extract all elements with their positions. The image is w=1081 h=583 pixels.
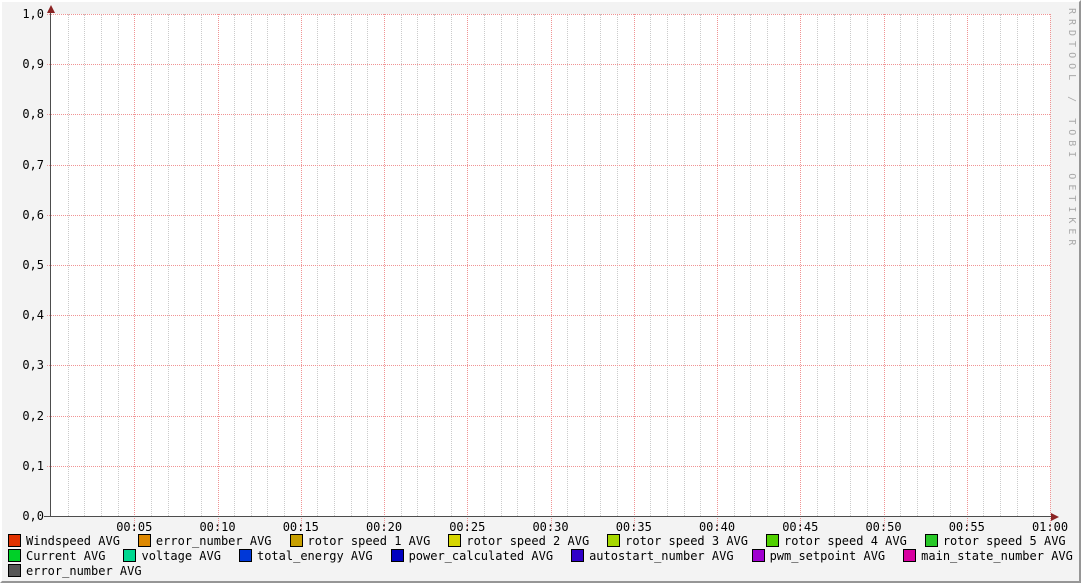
x-tick-label: 00:30 [532, 520, 569, 534]
grid-vline-major [800, 14, 802, 529]
grid-vline-major [467, 14, 469, 529]
legend-label: error_number AVG [26, 563, 142, 578]
legend-label: rotor speed 4 AVG [784, 533, 907, 548]
grid-hline-major [47, 265, 1050, 266]
legend-item: rotor speed 3 AVG [607, 534, 748, 548]
grid-vline-major [1050, 14, 1051, 529]
legend-color-swatch [766, 534, 779, 547]
legend-item: error_number AVG [8, 564, 142, 578]
legend-color-swatch [8, 534, 21, 547]
legend-item: autostart_number AVG [571, 549, 734, 563]
legend-item: rotor speed 5 AVG [924, 533, 1066, 548]
legend-item: pwm_setpoint AVG [751, 548, 886, 563]
rrdtool-graph: 1,0 0,9 0,8 0,7 0,6 0,5 0,4 0,3 0,2 0,1 0,0 00:05 0… [0, 0, 1081, 583]
grid-hline-major [47, 315, 1050, 317]
legend-color-swatch [903, 549, 917, 562]
y-tick-label: 0,6 [22, 207, 44, 222]
x-tick-label: 00:20 [365, 520, 403, 534]
y-tick-label: 0,0 [22, 509, 44, 523]
x-tick-label: 00:55 [948, 520, 985, 534]
grid-hline-major [47, 465, 1050, 467]
legend-label: Windspeed AVG [26, 533, 120, 548]
grid-hline-major [47, 114, 1050, 116]
x-tick-label: 00:40 [698, 520, 736, 534]
grid-vline-major [633, 14, 635, 529]
y-tick-label: 0,2 [22, 408, 44, 423]
y-tick-label: 0,4 [22, 308, 44, 323]
x-axis [44, 516, 1051, 517]
y-tick-label: 0,7 [22, 157, 44, 172]
legend-item: Current AVG [8, 549, 105, 563]
grid-hline-major [47, 214, 1050, 216]
legend-row: error_number AVG [8, 563, 1077, 578]
grid-vline-major [300, 14, 302, 529]
legend-label: autostart_number AVG [589, 548, 734, 563]
legend-label: Current AVG [26, 548, 106, 563]
legend-color-swatch [289, 534, 303, 547]
y-tick-label: 0,3 [22, 358, 44, 373]
grid-hline-major [47, 14, 1050, 15]
legend-row: Windspeed AVG error_number AVG rotor speed… [8, 533, 1077, 548]
legend-label: total_energy AVG [256, 548, 373, 563]
legend-color-swatch [8, 564, 21, 577]
watermark: RRDTOOL / TOBI OETIKER [1066, 8, 1077, 251]
legend-color-swatch [607, 534, 621, 547]
x-tick-label: 00:25 [449, 520, 486, 534]
grid-vline-major [966, 14, 968, 529]
legend-color-swatch [571, 549, 585, 562]
x-tick-label: 00:45 [782, 520, 819, 534]
y-axis-arrow-icon [47, 5, 55, 13]
grid-vline-major [550, 14, 552, 529]
y-axis [50, 10, 51, 517]
legend-item: power_calculated AVG [390, 548, 554, 563]
y-tick-label: 0,9 [22, 57, 44, 72]
legend-item: main_state_number AVG [903, 549, 1073, 563]
legend-color-swatch [238, 549, 252, 562]
x-tick-label: 00:35 [615, 520, 652, 534]
grid-vline-major [717, 14, 718, 529]
legend-item: total_energy AVG [238, 548, 373, 563]
x-tick-label: 00:15 [282, 520, 319, 534]
legend-label: main_state_number AVG [921, 548, 1073, 563]
legend-color-swatch [137, 534, 151, 547]
legend-label: voltage AVG [141, 548, 221, 563]
x-tick-label: 00:05 [116, 520, 153, 534]
legend-item: rotor speed 2 AVG [448, 534, 589, 548]
legend-color-swatch [390, 549, 404, 562]
grid-hline-major [47, 64, 1050, 66]
legend-color-swatch [123, 549, 137, 562]
legend-item: Windspeed AVG [8, 534, 120, 548]
grid-hline-major [47, 415, 1050, 417]
legend: Windspeed AVG error_number AVG rotor speed… [8, 533, 1077, 578]
legend-color-swatch [924, 534, 938, 547]
y-tick-label: 0,8 [22, 107, 44, 122]
legend-label: pwm_setpoint AVG [769, 548, 886, 563]
legend-item: error_number AVG [137, 533, 272, 548]
legend-label: rotor speed 5 AVG [942, 533, 1066, 548]
legend-item: voltage AVG [123, 548, 221, 563]
x-tick-label: 01:00 [1031, 520, 1069, 534]
grid-vline-major [384, 14, 385, 529]
x-tick-label: 00:50 [865, 520, 902, 534]
grid-hline-major [47, 365, 1050, 367]
legend-label: error_number AVG [155, 533, 272, 548]
legend-label: rotor speed 3 AVG [625, 533, 748, 548]
y-tick-label: 0,1 [22, 458, 44, 473]
legend-row: Current AVG voltage AVG total_energy AVG po… [8, 548, 1077, 563]
legend-item: rotor speed 1 AVG [289, 533, 431, 548]
grid-hline-major [47, 164, 1050, 166]
legend-label: rotor speed 1 AVG [307, 533, 431, 548]
legend-color-swatch [8, 549, 21, 562]
legend-item: rotor speed 4 AVG [766, 534, 907, 548]
grid-vline-major [217, 14, 219, 529]
legend-label: power_calculated AVG [408, 548, 554, 563]
y-tick-label: 1,0 [22, 7, 44, 21]
legend-color-swatch [751, 549, 765, 562]
y-tick-label: 0,5 [22, 258, 44, 272]
legend-label: rotor speed 2 AVG [466, 533, 590, 548]
x-tick-label: 00:10 [199, 520, 236, 534]
grid-vline-major [883, 14, 885, 529]
legend-color-swatch [448, 534, 462, 547]
grid-vline-major [134, 14, 136, 529]
